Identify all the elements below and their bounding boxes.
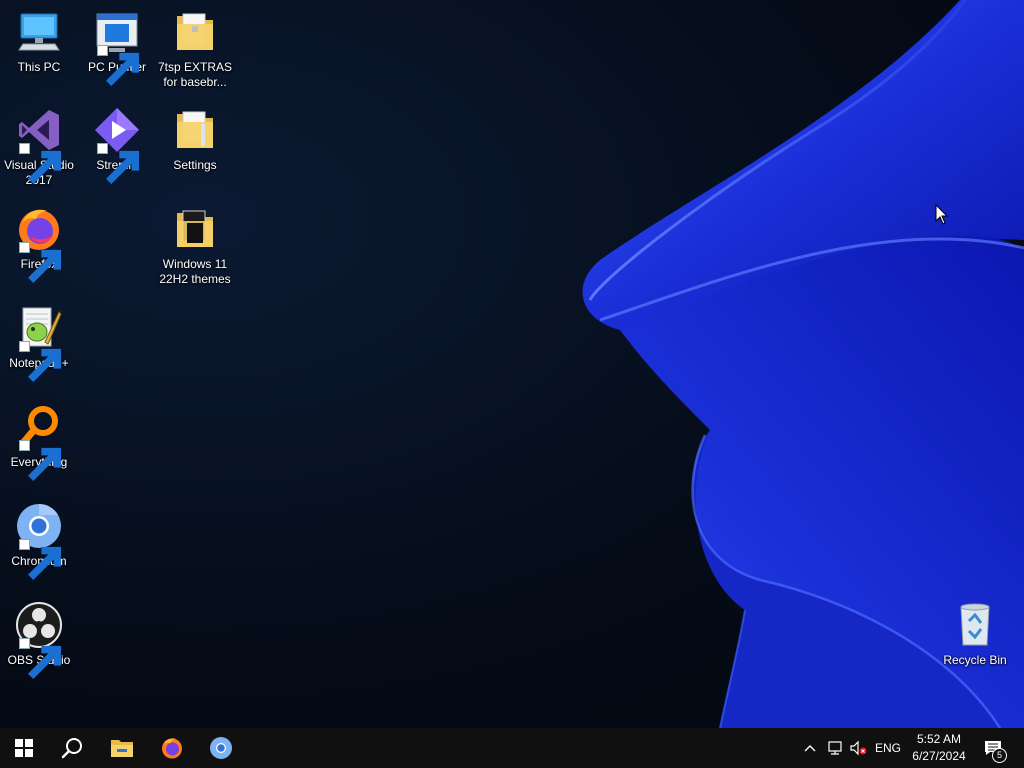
desktop-icon-notepad-plus-plus[interactable]: Notepad++ — [0, 304, 78, 382]
desktop-icon-windows-11-themes[interactable]: Windows 11 22H2 themes — [156, 205, 234, 287]
chevron-up-icon — [804, 745, 816, 752]
shortcut-arrow-icon — [19, 341, 62, 382]
folder-icon — [177, 111, 213, 148]
clock-time: 5:52 AM — [916, 732, 962, 746]
taskbar-firefox[interactable] — [148, 728, 196, 768]
tray-overflow-button[interactable] — [800, 728, 820, 768]
shortcut-arrow-icon — [19, 440, 62, 481]
desktop-icon-this-pc[interactable]: This PC — [0, 8, 78, 75]
language-label: ENG — [874, 741, 901, 755]
computer-icon — [18, 13, 60, 51]
desktop-icon-recycle-bin[interactable]: Recycle Bin — [936, 601, 1014, 668]
desktop-icon-firefox[interactable]: Firefox — [0, 205, 78, 283]
shortcut-arrow-icon — [19, 143, 62, 184]
desktop-icon-7tsp-extras[interactable]: 7tsp EXTRAS for basebr... — [156, 8, 234, 90]
taskbar-file-explorer[interactable] — [98, 728, 146, 768]
chromium-icon — [210, 737, 232, 759]
notification-count-badge: 5 — [992, 748, 1007, 763]
shortcut-arrow-icon — [97, 45, 140, 86]
network-icon — [828, 741, 842, 755]
search-button[interactable] — [48, 728, 96, 768]
shortcut-arrow-icon — [97, 143, 140, 184]
desktop-icon-label: Windows 11 22H2 themes — [159, 257, 231, 286]
file-explorer-icon — [111, 740, 133, 757]
desktop-icon-everything[interactable]: Everything — [0, 403, 78, 481]
windows-logo-icon — [15, 739, 33, 757]
folder-icon — [177, 210, 213, 247]
desktop-icon-label: This PC — [17, 60, 61, 74]
tray-clock[interactable]: 5:52 AM 6/27/2024 — [905, 731, 973, 765]
taskbar-chromium[interactable] — [197, 728, 245, 768]
desktop-icon-obs-studio[interactable]: OBS Studio — [0, 601, 78, 679]
folder-icon — [177, 13, 213, 50]
taskbar: ENG 5:52 AM 6/27/2024 — [0, 728, 1024, 768]
tray-volume-button[interactable] — [847, 728, 869, 768]
desktop[interactable]: This PC Visual Studio 2017 Firefox Notep… — [0, 0, 1024, 728]
desktop-icon-stremio[interactable]: Stremio — [78, 106, 156, 184]
recycle-bin-icon — [960, 603, 990, 646]
desktop-icon-settings[interactable]: Settings — [156, 106, 234, 173]
desktop-icon-visual-studio[interactable]: Visual Studio 2017 — [0, 106, 78, 188]
shortcut-arrow-icon — [19, 242, 62, 283]
search-icon — [61, 738, 82, 759]
tray-language-indicator[interactable]: ENG — [872, 728, 904, 768]
desktop-icon-label: 7tsp EXTRAS for basebr... — [157, 60, 233, 89]
start-button[interactable] — [0, 728, 48, 768]
volume-muted-icon — [850, 740, 867, 756]
shortcut-arrow-icon — [19, 539, 62, 580]
firefox-icon — [162, 738, 182, 759]
desktop-icon-chromium[interactable]: Chromium — [0, 502, 78, 580]
mouse-cursor-icon — [935, 204, 949, 225]
clock-date: 6/27/2024 — [912, 749, 966, 763]
desktop-icon-label: Settings — [173, 158, 217, 172]
tray-network-button[interactable] — [823, 728, 847, 768]
desktop-icon-pc-purifier[interactable]: PC Purifier — [78, 8, 156, 86]
shortcut-arrow-icon — [19, 638, 62, 679]
desktop-icon-label: Recycle Bin — [943, 653, 1007, 667]
